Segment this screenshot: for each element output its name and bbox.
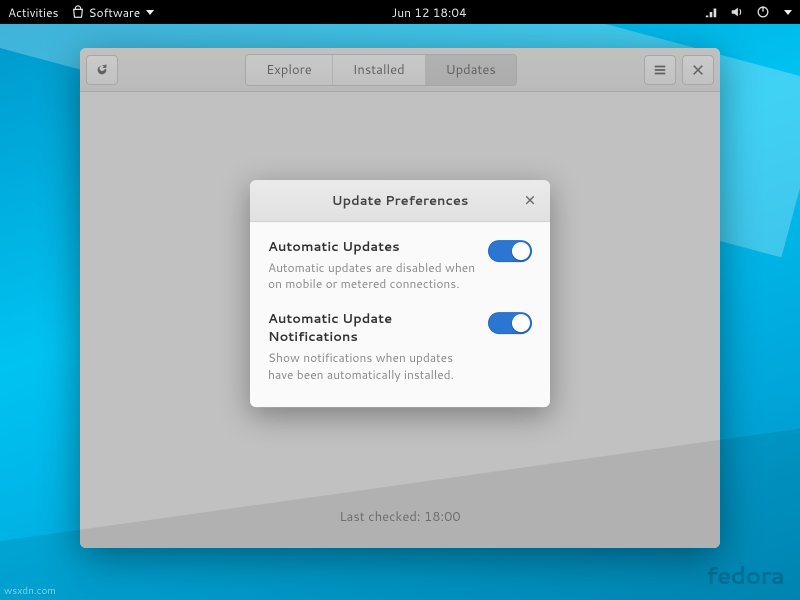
pref-description: Automatic updates are disabled when on m… bbox=[268, 260, 476, 292]
hamburger-menu-button[interactable] bbox=[644, 55, 676, 85]
window-close-button[interactable] bbox=[682, 55, 714, 85]
chevron-down-icon bbox=[146, 10, 154, 15]
refresh-icon bbox=[95, 63, 109, 77]
clock[interactable]: Jun 12 18:04 bbox=[154, 4, 704, 21]
app-menu[interactable]: Software bbox=[71, 4, 155, 21]
last-checked-label: Last checked: 18:00 bbox=[80, 508, 720, 526]
desktop-wallpaper: fedora wsxdn.com Explore Installed Updat… bbox=[0, 24, 800, 600]
distro-logo: fedora bbox=[706, 558, 784, 592]
volume-icon[interactable] bbox=[730, 5, 744, 19]
power-icon[interactable] bbox=[756, 5, 770, 19]
dialog-body: Automatic Updates Automatic updates are … bbox=[250, 222, 550, 407]
tab-explore[interactable]: Explore bbox=[246, 55, 333, 85]
activities-button[interactable]: Activities bbox=[8, 4, 59, 21]
update-preferences-dialog: Update Preferences Automatic Updates Aut… bbox=[250, 180, 550, 407]
app-menu-label: Software bbox=[89, 4, 141, 21]
dialog-titlebar: Update Preferences bbox=[250, 180, 550, 222]
dialog-close-button[interactable] bbox=[516, 186, 544, 214]
pref-description: Show notifications when updates have bee… bbox=[268, 350, 476, 382]
window-headerbar: Explore Installed Updates bbox=[80, 48, 720, 92]
gnome-topbar: Activities Software Jun 12 18:04 bbox=[0, 0, 800, 24]
view-switcher: Explore Installed Updates bbox=[245, 54, 517, 86]
pref-title: Automatic Update Notifications bbox=[268, 310, 476, 346]
system-menu-chevron-icon[interactable] bbox=[784, 10, 792, 15]
network-icon[interactable] bbox=[704, 5, 718, 19]
pref-automatic-update-notifications: Automatic Update Notifications Show noti… bbox=[268, 310, 532, 382]
automatic-update-notifications-toggle[interactable] bbox=[488, 312, 532, 334]
pref-title: Automatic Updates bbox=[268, 238, 476, 256]
watermark: wsxdn.com bbox=[4, 584, 56, 598]
pref-automatic-updates: Automatic Updates Automatic updates are … bbox=[268, 238, 532, 292]
software-window: Explore Installed Updates Last checked: … bbox=[80, 48, 720, 548]
dialog-title: Update Preferences bbox=[332, 192, 469, 210]
shopping-bag-icon bbox=[71, 5, 85, 19]
close-icon bbox=[524, 194, 536, 206]
tab-installed[interactable]: Installed bbox=[333, 55, 426, 85]
tab-updates[interactable]: Updates bbox=[426, 55, 516, 85]
refresh-button[interactable] bbox=[86, 55, 118, 85]
hamburger-icon bbox=[653, 63, 667, 77]
automatic-updates-toggle[interactable] bbox=[488, 240, 532, 262]
close-icon bbox=[691, 63, 705, 77]
